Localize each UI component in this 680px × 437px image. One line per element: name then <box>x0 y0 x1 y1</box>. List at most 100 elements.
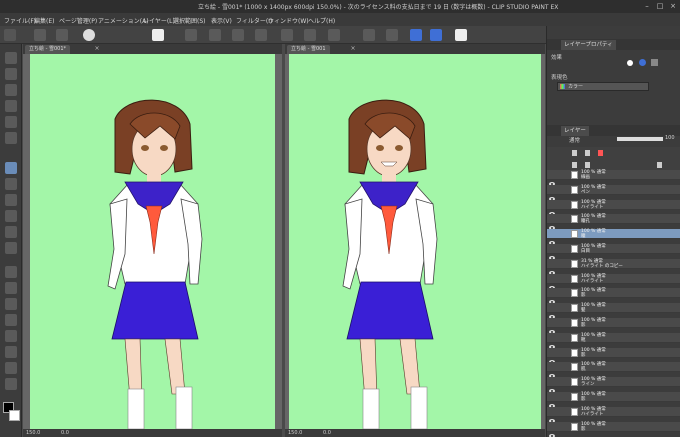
eraser-icon[interactable] <box>5 242 17 254</box>
eye-icon[interactable] <box>549 216 555 231</box>
eye-icon[interactable] <box>549 350 555 364</box>
canvas-tab-left[interactable]: 立ち絵 - 雪001* <box>25 45 71 54</box>
menu-window[interactable]: ウィンドウ(W) <box>268 16 309 25</box>
layer-name[interactable]: 白目 <box>581 249 590 254</box>
layer-tab[interactable]: レイヤー <box>561 126 589 136</box>
eye-icon[interactable] <box>549 394 555 408</box>
lock-icon[interactable] <box>572 150 577 156</box>
eye-icon[interactable] <box>549 231 555 246</box>
eye-icon[interactable] <box>549 187 555 201</box>
hand-icon[interactable] <box>5 68 17 80</box>
tab-close-icon[interactable]: × <box>93 45 101 53</box>
rotation-value-right[interactable]: 0.0 <box>323 429 331 437</box>
layer-row[interactable]: 100 % 通常靴 <box>547 332 680 349</box>
layer-row[interactable]: 100 % 通常 ペン <box>547 184 680 201</box>
grid-icon[interactable] <box>34 29 46 41</box>
effect-tone-icon[interactable] <box>651 59 658 66</box>
pen-blue-2-icon[interactable] <box>430 29 442 41</box>
eye-icon[interactable] <box>549 364 555 379</box>
decoration-icon[interactable] <box>5 226 17 238</box>
layer-name[interactable]: ハイライト <box>581 205 603 210</box>
layer-name[interactable]: ペン <box>581 190 590 195</box>
eye-icon[interactable] <box>549 409 555 423</box>
layer-name[interactable]: ハイライト <box>581 412 603 417</box>
eye-icon[interactable] <box>549 261 555 275</box>
auto-select-icon[interactable] <box>5 132 17 144</box>
invert-selection-icon[interactable] <box>328 29 340 41</box>
clear-icon[interactable] <box>386 29 398 41</box>
loading-icon[interactable] <box>232 29 244 41</box>
layer-row[interactable]: 31 % 通常 ハイライト のコピー <box>547 258 680 275</box>
gradient-icon[interactable] <box>5 282 17 294</box>
layer-name[interactable]: 瞳孔 <box>581 219 590 224</box>
operation-icon[interactable] <box>5 84 17 96</box>
transform-icon[interactable] <box>255 29 267 41</box>
eye-icon[interactable] <box>549 276 555 290</box>
tab-close-icon-2[interactable]: × <box>349 45 357 53</box>
figure-icon[interactable] <box>5 298 17 310</box>
canvas-paper-right[interactable] <box>289 54 541 429</box>
pen-icon[interactable] <box>5 162 17 174</box>
fill-tool-icon[interactable] <box>5 266 17 278</box>
menu-file[interactable]: ファイル(F) <box>4 16 36 25</box>
correct-line-icon[interactable] <box>5 378 17 390</box>
layer-name[interactable]: 影 <box>581 293 586 298</box>
layer-row[interactable]: 100 % 通常影 <box>547 288 680 305</box>
menu-toggle-icon[interactable] <box>4 29 16 41</box>
layer-property-tab[interactable]: レイヤープロパティ <box>561 40 616 50</box>
eye-icon[interactable] <box>549 290 555 305</box>
new-canvas-icon[interactable] <box>56 29 68 41</box>
effect-border-icon[interactable] <box>627 60 633 66</box>
text-icon[interactable] <box>5 346 17 358</box>
eye-icon[interactable] <box>549 335 555 349</box>
zoom-value-left[interactable]: 150.0 <box>26 429 40 437</box>
layer-row[interactable]: 100 % 通常 白目 <box>547 244 680 260</box>
layer-name[interactable]: 靴 <box>581 338 586 343</box>
layer-row[interactable]: 100 % 通常 線画 <box>547 170 680 186</box>
undo-icon[interactable] <box>185 29 197 41</box>
layer-row[interactable]: 100 % 通常影 <box>547 347 680 364</box>
new-layer-icon[interactable] <box>572 162 577 168</box>
zoom-icon[interactable] <box>5 52 17 64</box>
eye-icon[interactable] <box>549 305 555 320</box>
rotation-value-left[interactable]: 0.0 <box>61 429 69 437</box>
selection-icon[interactable] <box>5 116 17 128</box>
redo-icon[interactable] <box>209 29 221 41</box>
menu-selection[interactable]: 選択範囲(S) <box>173 16 206 25</box>
menu-page[interactable]: ページ管理(P) <box>59 16 97 25</box>
pencil-icon[interactable] <box>5 178 17 190</box>
frame-icon[interactable] <box>5 314 17 326</box>
layer-row[interactable]: 100 % 通常 ハイライト <box>547 273 680 290</box>
layer-name[interactable]: 瞳 <box>581 234 586 239</box>
menu-animation[interactable]: アニメーション(A) <box>98 16 149 25</box>
minimize-icon[interactable]: – <box>642 1 652 11</box>
canvas-tab-right[interactable]: 立ち絵 - 雪001 <box>287 45 330 54</box>
eye-icon[interactable] <box>549 379 555 394</box>
crop-icon[interactable] <box>363 29 375 41</box>
canvas-paper-left[interactable] <box>30 54 275 429</box>
canvas-view-right[interactable] <box>285 54 545 429</box>
opacity-value[interactable]: 100 <box>665 135 675 141</box>
layer-row[interactable]: 100 % 通常影 <box>547 392 680 408</box>
layer-row[interactable]: 100 % 通常髪 <box>547 303 680 320</box>
view-icon[interactable] <box>83 29 95 41</box>
zoom-value-right[interactable]: 150.0 <box>288 429 302 437</box>
move-layer-icon[interactable] <box>5 100 17 112</box>
layer-row[interactable]: 100 % 通常 ハイライト <box>547 406 680 423</box>
canvas-view-left[interactable] <box>23 54 282 429</box>
eye-icon[interactable] <box>549 202 555 216</box>
eye-icon[interactable] <box>549 172 555 186</box>
layer-row[interactable]: 100 % 通常肌 <box>547 362 680 379</box>
pen-blue-icon[interactable] <box>410 29 422 41</box>
layer-name[interactable]: 肌 <box>581 367 586 372</box>
folder-icon[interactable] <box>585 162 590 168</box>
balloon-icon[interactable] <box>5 362 17 374</box>
brush-icon[interactable] <box>5 194 17 206</box>
reference-icon[interactable] <box>598 150 603 156</box>
blend-mode-select[interactable]: 通常 <box>569 136 580 144</box>
menu-edit[interactable]: 編集(E) <box>34 16 54 25</box>
menu-view[interactable]: 表示(V) <box>211 16 232 25</box>
eye-icon[interactable] <box>549 246 555 260</box>
trash-icon[interactable] <box>657 162 662 168</box>
layer-name[interactable]: ライン <box>581 382 595 387</box>
